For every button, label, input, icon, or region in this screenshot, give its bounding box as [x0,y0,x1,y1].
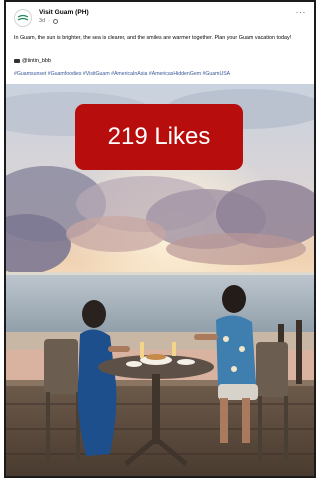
photo-credit: @tintin_bbb [14,58,51,64]
globe-icon [52,18,58,24]
page-name-link[interactable]: Visit Guam (PH) [39,9,89,16]
post-time[interactable]: 3d [39,18,45,24]
likes-count-badge: 219 Likes [75,104,243,170]
dot-separator: · [48,18,50,24]
post-header: Visit Guam (PH) 3d · ··· [6,2,314,32]
post-hashtags[interactable]: #Guamsunset #Guamfoodies #VisitGuam #Ame… [14,71,230,77]
more-options-icon[interactable]: ··· [296,8,307,17]
camera-icon [14,59,20,63]
post-meta: 3d · [39,18,58,24]
visit-guam-logo-icon[interactable] [14,9,32,27]
photo-credit-handle[interactable]: @tintin_bbb [22,58,51,64]
post-card: Visit Guam (PH) 3d · ··· In Guam, the su… [4,0,316,478]
post-caption: In Guam, the sun is brighter, the sea is… [14,35,292,41]
